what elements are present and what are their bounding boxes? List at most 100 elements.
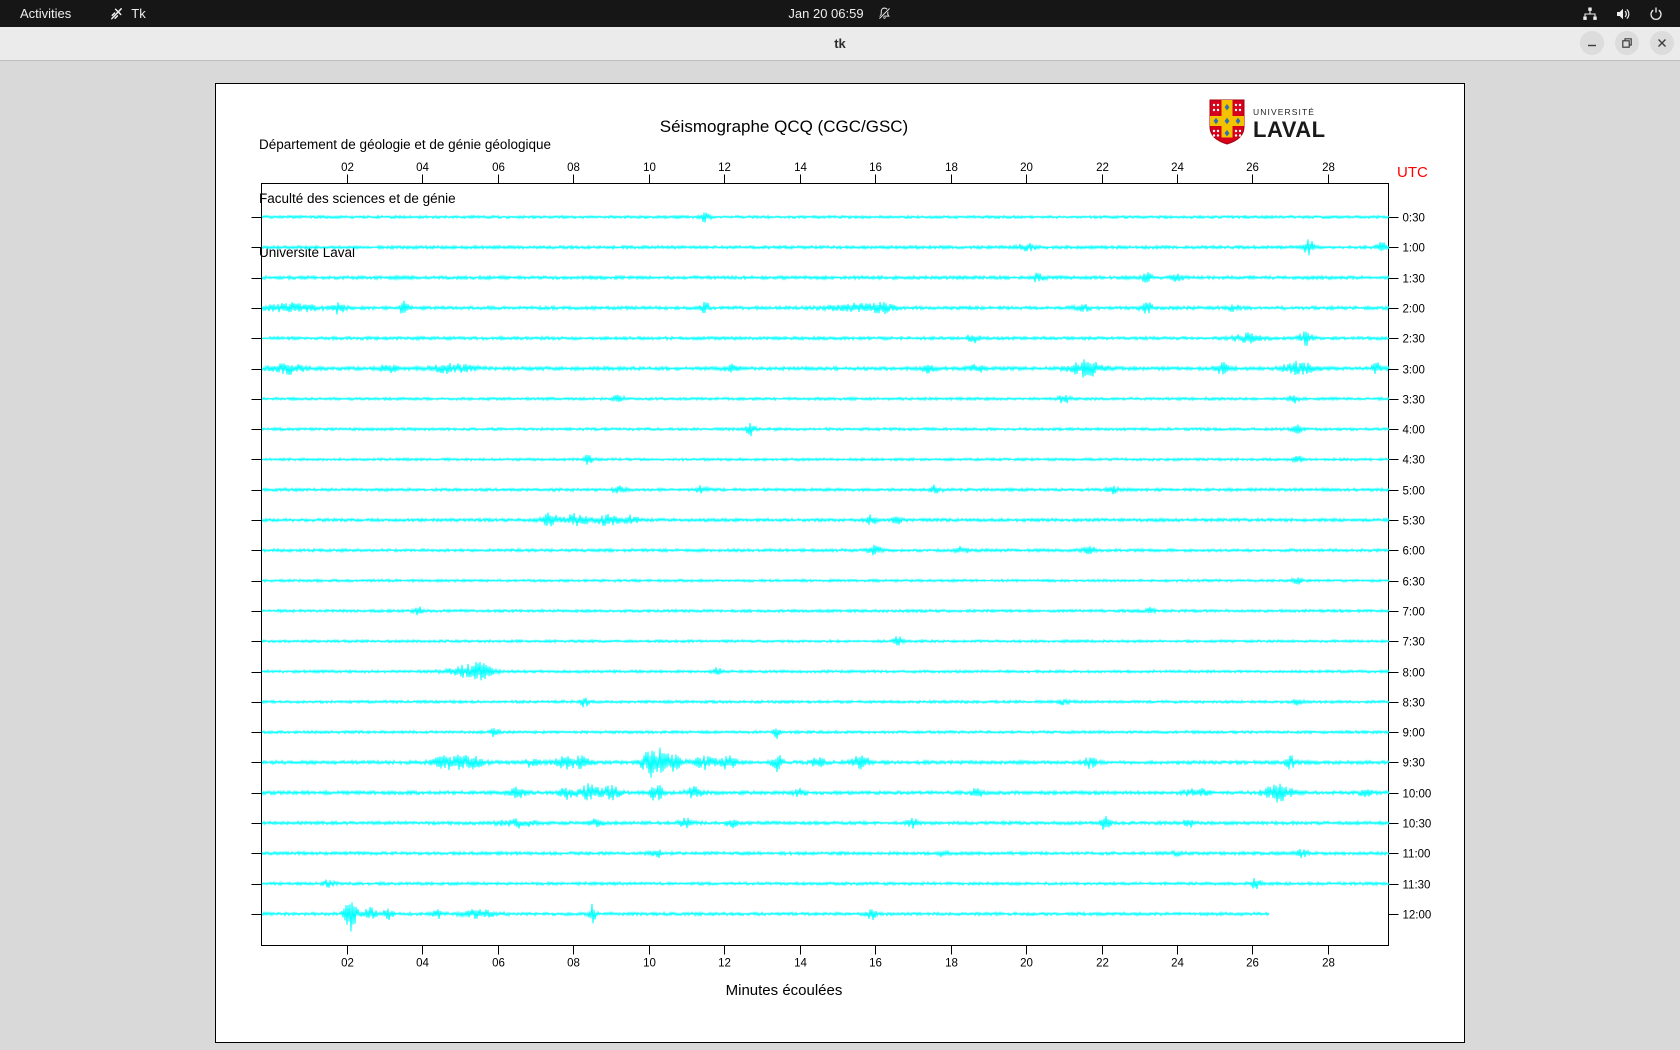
seismo-trace-11:30 — [261, 877, 1390, 890]
seismo-trace-6:30 — [261, 576, 1390, 585]
seismo-trace-10:30 — [261, 815, 1390, 830]
tick-label: 11:00 — [1403, 849, 1431, 861]
tk-icon — [109, 6, 124, 21]
seismo-trace-3:30 — [261, 394, 1390, 404]
tick-label: 16 — [869, 162, 882, 174]
tick-label: 1:00 — [1403, 243, 1425, 255]
gnome-top-bar: Activities Tk Jan 20 06:59 — [0, 0, 1680, 27]
seismo-trace-8:00 — [261, 661, 1390, 681]
tick-label: 12:00 — [1403, 910, 1432, 922]
tick-label: 6:00 — [1403, 546, 1425, 558]
clock-button[interactable]: Jan 20 06:59 — [784, 0, 895, 27]
tick-label: 06 — [492, 958, 505, 970]
tick-label: 28 — [1322, 162, 1335, 174]
minimize-icon — [1588, 44, 1596, 47]
notifications-muted-icon — [877, 6, 892, 21]
seismo-trace-7:30 — [261, 636, 1390, 646]
seismo-trace-3:00 — [261, 359, 1390, 378]
tick-label: 12 — [718, 958, 731, 970]
seismo-trace-9:30 — [261, 747, 1390, 778]
tick-label: 22 — [1096, 958, 1109, 970]
tick-label: 4:30 — [1403, 455, 1425, 467]
tick-label: 26 — [1246, 958, 1259, 970]
seismo-trace-0:30 — [261, 212, 1390, 223]
tick-label: 24 — [1171, 162, 1184, 174]
seismo-trace-5:30 — [261, 512, 1390, 527]
maximize-button[interactable] — [1615, 31, 1639, 55]
network-icon — [1582, 6, 1598, 22]
window-title: tk — [834, 36, 846, 51]
seismo-trace-12:00 — [261, 902, 1270, 932]
activities-button[interactable]: Activities — [16, 0, 75, 27]
tick-label: 9:30 — [1403, 758, 1425, 770]
tick-label: 5:30 — [1403, 516, 1425, 528]
tick-label: 9:00 — [1403, 728, 1425, 740]
app-menu-tk[interactable]: Tk — [105, 0, 149, 27]
seismo-trace-5:00 — [261, 484, 1390, 495]
seismo-trace-2:30 — [261, 331, 1390, 347]
close-icon — [1658, 39, 1666, 47]
tick-label: 8:30 — [1403, 698, 1425, 710]
tick-label: 10:30 — [1403, 819, 1432, 831]
tick-label: 10 — [643, 162, 656, 174]
window-titlebar[interactable]: tk — [0, 27, 1680, 61]
seismo-trace-1:30 — [261, 272, 1390, 283]
seismo-trace-2:00 — [261, 300, 1390, 315]
tick-label: 6:30 — [1403, 577, 1425, 589]
tick-label: 08 — [567, 958, 580, 970]
tick-label: 20 — [1020, 162, 1033, 174]
activities-label: Activities — [20, 6, 72, 21]
tick-label: 0:30 — [1403, 213, 1425, 225]
tick-label: 2:00 — [1403, 304, 1425, 316]
seismo-trace-4:30 — [261, 454, 1390, 465]
volume-icon — [1615, 6, 1631, 22]
tick-label: 02 — [341, 958, 354, 970]
tick-label: 7:00 — [1403, 607, 1425, 619]
seismo-trace-9:00 — [261, 728, 1390, 739]
restore-icon — [1622, 38, 1632, 48]
x-axis-label: Minutes écoulées — [725, 982, 843, 999]
tick-label: 04 — [416, 162, 429, 174]
seismo-trace-8:30 — [261, 697, 1390, 708]
seismo-trace-1:00 — [261, 239, 1390, 256]
minimize-button[interactable] — [1580, 31, 1604, 55]
tick-label: 04 — [416, 958, 429, 970]
tick-label: 8:00 — [1403, 668, 1425, 680]
seismo-trace-6:00 — [261, 544, 1390, 556]
tick-label: 12 — [718, 162, 731, 174]
tick-label: 4:00 — [1403, 425, 1425, 437]
seismo-trace-11:00 — [261, 848, 1390, 859]
tick-label: 11:30 — [1403, 880, 1431, 892]
seismo-trace-7:00 — [261, 606, 1390, 616]
tick-label: 3:30 — [1403, 395, 1425, 407]
tick-label: 06 — [492, 162, 505, 174]
tick-label: 5:00 — [1403, 486, 1425, 498]
tick-label: 20 — [1020, 958, 1033, 970]
tick-label: 10 — [643, 958, 656, 970]
app-menu-label: Tk — [131, 6, 146, 21]
tick-label: 10:00 — [1403, 789, 1432, 801]
tick-label: 3:00 — [1403, 365, 1425, 377]
close-button[interactable] — [1650, 31, 1674, 55]
tick-label: 02 — [341, 162, 354, 174]
tick-label: 1:30 — [1403, 274, 1425, 286]
system-status-area[interactable] — [1582, 0, 1670, 27]
utc-axis-label: UTC — [1397, 164, 1428, 181]
tick-label: 18 — [945, 958, 958, 970]
clock-label: Jan 20 06:59 — [788, 6, 864, 21]
tick-label: 14 — [794, 162, 807, 174]
tick-label: 08 — [567, 162, 580, 174]
seismogram-plot: 02 02 04 04 06 06 08 08 10 10 12 12 14 14 16 16 18 18 20 20… — [251, 162, 1432, 970]
power-icon — [1648, 6, 1664, 22]
tick-label: 2:30 — [1403, 334, 1425, 346]
tick-label: 22 — [1096, 162, 1109, 174]
tick-label: 26 — [1246, 162, 1259, 174]
tick-label: 14 — [794, 958, 807, 970]
tick-label: 7:30 — [1403, 637, 1425, 649]
seismo-trace-10:00 — [261, 783, 1390, 803]
tick-label: 16 — [869, 958, 882, 970]
tick-label: 24 — [1171, 958, 1184, 970]
tick-label: 18 — [945, 162, 958, 174]
seismograph-canvas: Département de géologie et de génie géol… — [215, 83, 1465, 1043]
tick-label: 28 — [1322, 958, 1335, 970]
